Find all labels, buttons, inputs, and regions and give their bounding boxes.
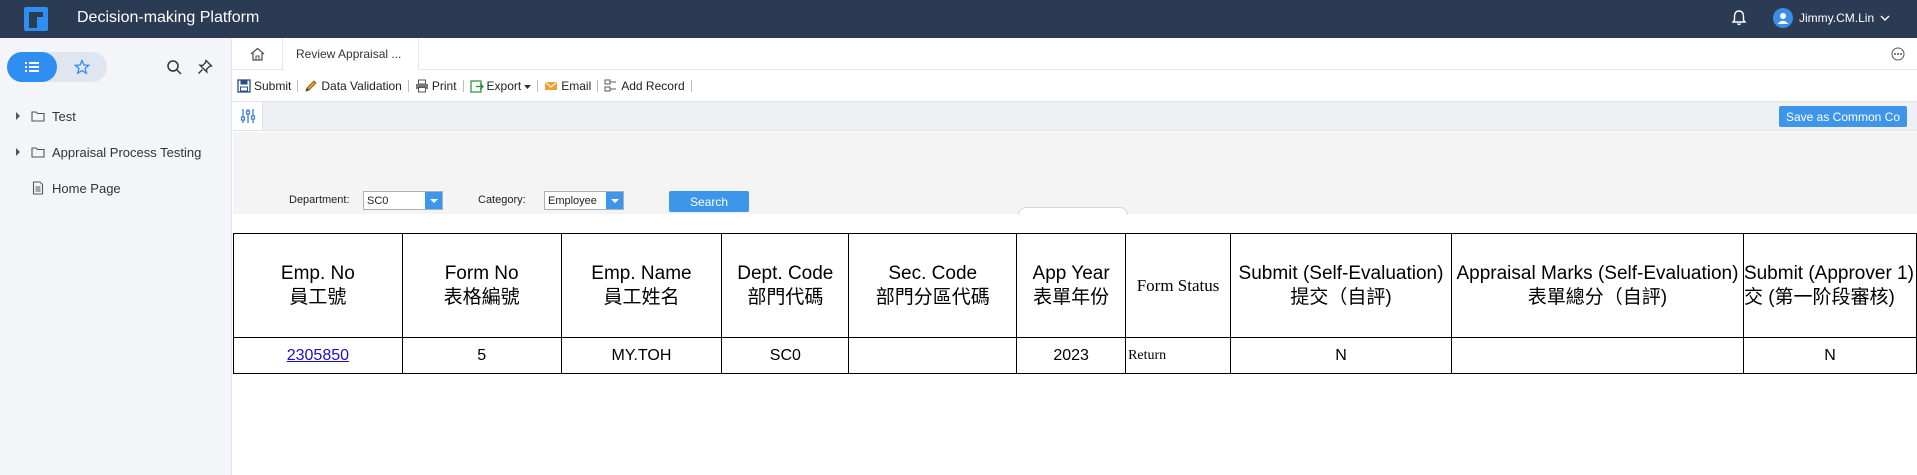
more-options-icon[interactable]: [1891, 47, 1905, 61]
column-header-dept-code: Dept. Code 部門代碼: [721, 233, 850, 338]
list-icon: [25, 62, 39, 72]
sidebar-item-label: Home Page: [52, 180, 121, 196]
dropdown-arrow-icon[interactable]: [425, 192, 442, 209]
export-label: Export: [486, 79, 522, 93]
folder-icon: [31, 147, 45, 158]
email-button[interactable]: Email: [540, 75, 595, 97]
sidebar-item-home-page[interactable]: Home Page: [0, 173, 231, 203]
email-label: Email: [561, 79, 592, 93]
column-header-form-status: Form Status: [1125, 233, 1232, 338]
sliders-icon: [240, 109, 255, 123]
filter-collapse-handle[interactable]: [1018, 207, 1128, 215]
user-name: Jimmy.CM.Lin: [1799, 11, 1875, 25]
add-record-label: Add Record: [621, 79, 685, 93]
print-label: Print: [431, 79, 457, 93]
column-header-submit-self: Submit (Self-Evaluation) 提交（自評): [1230, 233, 1452, 338]
tab-directory[interactable]: [7, 52, 57, 82]
cell-emp-no: 2305850: [233, 337, 403, 374]
cell-submit-approver-1: N: [1742, 337, 1917, 374]
main-content: Review Appraisal ... Submit Data Validat…: [233, 38, 1917, 475]
department-select[interactable]: SC0: [363, 191, 443, 210]
document-icon: [32, 181, 44, 195]
search-button[interactable]: Search: [669, 191, 749, 212]
toolbar-divider: [690, 80, 692, 92]
toolbar-divider: [297, 80, 299, 92]
notification-bell-icon[interactable]: [1730, 9, 1748, 27]
app-title: Decision-making Platform: [77, 9, 260, 26]
report-toolbar: Submit Data Validation Print Export Emai…: [233, 71, 1917, 101]
pencil-icon: [305, 80, 317, 92]
table-header-row: Emp. No 員工號 Form No 表格編號 Emp. Name 員工姓名 Dep…: [233, 233, 1917, 338]
cell-app-year: 2023: [1016, 337, 1127, 374]
cell-form-no: 5: [401, 337, 562, 374]
export-icon: [469, 80, 484, 93]
caret-right-icon[interactable]: [14, 148, 22, 156]
tab-home[interactable]: [233, 38, 283, 70]
folder-icon: [31, 111, 45, 122]
data-validation-label: Data Validation: [321, 79, 402, 93]
toolbar-divider: [537, 80, 539, 92]
cell-sec-code: [848, 337, 1018, 374]
column-header-submit-approver-1: Submit (Approver 1) 交 (第一阶段審核): [1742, 233, 1917, 338]
table-row: 2305850 5 MY.TOH SC0 2023 Return N N: [233, 337, 1917, 374]
tab-bar: Review Appraisal ...: [233, 38, 1917, 70]
save-as-common-condition-button[interactable]: Save as Common Co: [1779, 106, 1907, 127]
submit-button[interactable]: Submit: [233, 75, 295, 97]
cell-form-status: Return: [1125, 337, 1232, 374]
tab-review-appraisal[interactable]: Review Appraisal ...: [284, 38, 419, 70]
avatar-icon: [1773, 8, 1793, 28]
report-table: Emp. No 員工號 Form No 表格編號 Emp. Name 員工姓名 Dep…: [233, 233, 1917, 374]
save-icon: [237, 79, 251, 93]
department-label: Department:: [289, 194, 350, 206]
add-record-icon: [604, 79, 617, 92]
filter-panel: Department: SC0 Category: Employee Searc…: [233, 132, 1917, 214]
sidebar-item-test[interactable]: Test: [0, 101, 231, 131]
pin-icon[interactable]: [197, 59, 213, 75]
star-icon: [74, 59, 90, 75]
cell-marks-self: [1450, 337, 1744, 374]
caret-down-icon: [524, 84, 532, 89]
cell-submit-self: N: [1230, 337, 1452, 374]
cell-dept-code: SC0: [721, 337, 850, 374]
column-header-marks-self: Appraisal Marks (Self-Evaluation) 表單總分（自評…: [1450, 233, 1744, 338]
column-header-emp-no: Emp. No 員工號: [233, 233, 403, 338]
user-menu[interactable]: Jimmy.CM.Lin: [1773, 8, 1890, 28]
column-header-sec-code: Sec. Code 部門分區代碼: [848, 233, 1018, 338]
column-header-app-year: App Year 表單年份: [1016, 233, 1127, 338]
caret-right-icon[interactable]: [14, 112, 22, 120]
chevron-down-icon: [1880, 15, 1890, 21]
email-icon: [544, 81, 558, 90]
top-bar: Decision-making Platform Jimmy.CM.Lin: [0, 0, 1917, 38]
column-header-emp-name: Emp. Name 員工姓名: [560, 233, 723, 338]
parameter-panel-toggle[interactable]: [233, 102, 263, 130]
search-icon[interactable]: [166, 59, 182, 75]
data-validation-button[interactable]: Data Validation: [300, 75, 406, 97]
printer-icon: [415, 79, 428, 93]
print-button[interactable]: Print: [411, 75, 461, 97]
sidebar-tab-switch: [7, 52, 107, 82]
sidebar-item-label: Appraisal Process Testing: [52, 144, 202, 160]
toolbar-divider: [597, 80, 599, 92]
toolbar-divider: [407, 80, 409, 92]
home-icon: [250, 47, 265, 61]
parameter-bar: Save as Common Co: [233, 101, 1917, 131]
tab-favorites[interactable]: [57, 52, 107, 82]
emp-no-link[interactable]: 2305850: [287, 347, 349, 364]
category-label: Category:: [478, 194, 526, 206]
toolbar-divider: [462, 80, 464, 92]
column-header-form-no: Form No 表格編號: [401, 233, 562, 338]
sidebar-item-label: Test: [52, 108, 76, 124]
add-record-button[interactable]: Add Record: [600, 75, 688, 97]
cell-emp-name: MY.TOH: [560, 337, 723, 374]
category-value: Employee: [548, 194, 597, 207]
category-select[interactable]: Employee: [544, 191, 624, 210]
export-button[interactable]: Export: [466, 75, 536, 97]
dropdown-arrow-icon[interactable]: [606, 192, 623, 209]
submit-label: Submit: [254, 79, 292, 93]
sidebar: Test Appraisal Process Testing Home Page: [0, 38, 232, 475]
app-logo-icon: [24, 7, 48, 31]
sidebar-item-appraisal-process-testing[interactable]: Appraisal Process Testing: [0, 137, 231, 167]
department-value: SC0: [367, 194, 389, 207]
